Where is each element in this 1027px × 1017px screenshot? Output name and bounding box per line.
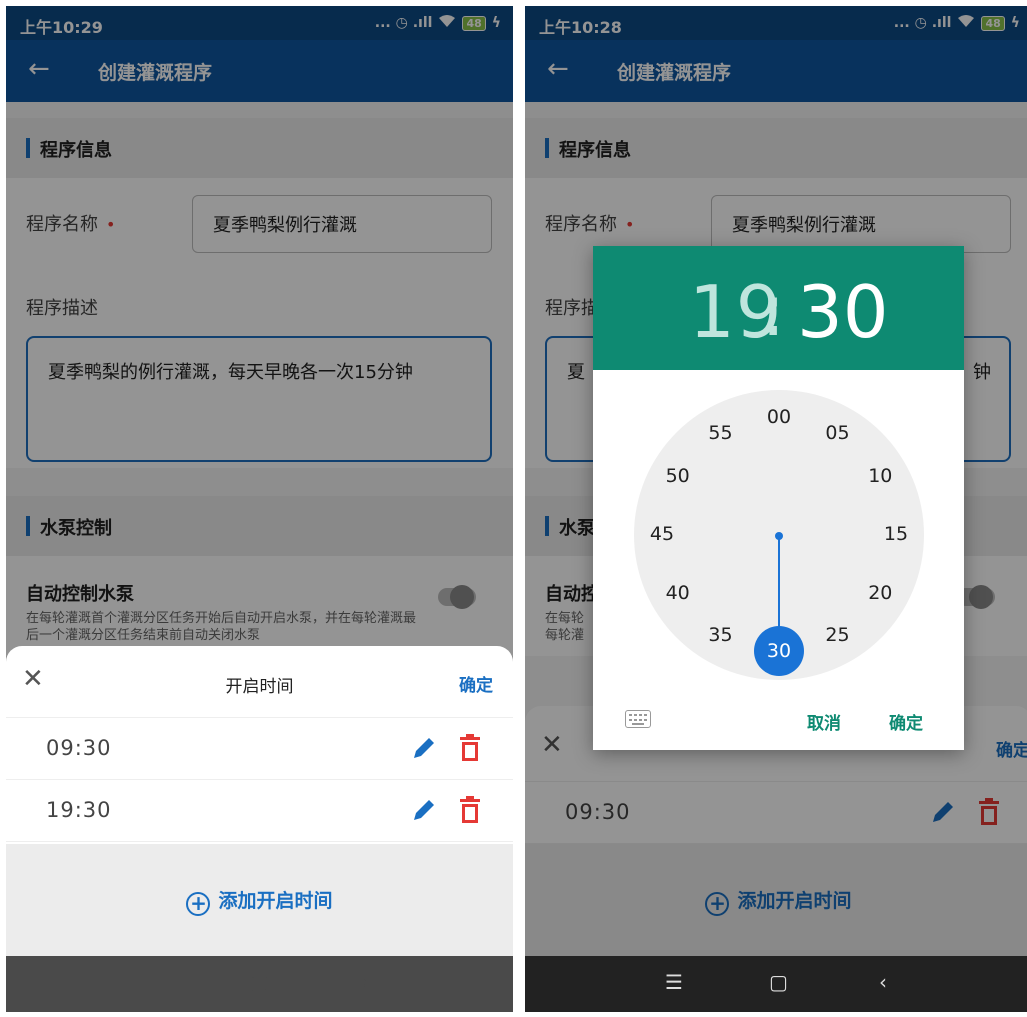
keyboard-icon[interactable] [625, 710, 651, 728]
dial-minute-05[interactable]: 05 [818, 422, 858, 446]
dial-minute-40[interactable]: 40 [658, 582, 698, 606]
back-icon[interactable]: ‹ [879, 970, 887, 994]
dial-minute-55[interactable]: 55 [701, 422, 741, 446]
open-time-sheet: ✕ 开启时间 确定 09:30 19:30 + 添加开启时间 [6, 646, 513, 956]
system-nav-bar: ☰ ▢ ‹ [525, 956, 1027, 1012]
right-screen: 上午10:28 ... ◷ .ıll 48 ϟ ← 创建灌溉程序 程序信息 程序… [525, 6, 1027, 1012]
home-icon[interactable]: ▢ [769, 970, 788, 994]
add-circle-icon: + [186, 892, 211, 916]
dial-minute-45[interactable]: 45 [642, 523, 682, 547]
clock-center [775, 532, 783, 540]
dial-minute-20[interactable]: 20 [860, 582, 900, 606]
edit-icon[interactable] [410, 734, 438, 766]
clock-hand [778, 535, 780, 635]
confirm-button[interactable]: 确定 [459, 671, 493, 696]
dial-minute-25[interactable]: 25 [818, 624, 858, 648]
selected-minute[interactable]: 30 [754, 626, 804, 676]
back-icon[interactable]: ‹ [360, 970, 368, 994]
time-value: 19:30 [46, 798, 112, 822]
dial-minute-10[interactable]: 10 [860, 465, 900, 489]
menu-icon[interactable]: ☰ [146, 970, 164, 994]
cancel-button[interactable]: 取消 [807, 709, 841, 734]
dial-minute-00[interactable]: 00 [759, 406, 799, 430]
sheet-header: ✕ 开启时间 确定 [6, 646, 513, 718]
add-time-button[interactable]: + 添加开启时间 [6, 886, 513, 916]
time-display: 19 : 30 [593, 246, 964, 370]
dial-minute-15[interactable]: 15 [876, 523, 916, 547]
dial-minute-35[interactable]: 35 [701, 624, 741, 648]
time-row: 09:30 [6, 718, 513, 780]
home-icon[interactable]: ▢ [250, 970, 269, 994]
edit-icon[interactable] [410, 796, 438, 828]
dial-minute-50[interactable]: 50 [658, 465, 698, 489]
system-nav-bar: ☰ ▢ ‹ [6, 956, 513, 1012]
sheet-title: 开启时间 [225, 677, 294, 697]
minute-dial[interactable]: 30 00 05 10 15 20 25 35 40 45 50 55 [634, 390, 924, 680]
delete-icon[interactable] [459, 796, 481, 828]
time-value: 09:30 [46, 736, 112, 760]
time-separator: : [761, 268, 786, 352]
time-row: 19:30 [6, 780, 513, 842]
left-screen: 上午10:29 ... ◷ .ıll 48 ϟ ← 创建灌溉程序 程序信息 程序… [6, 6, 513, 1012]
time-picker-dialog: 19 : 30 30 00 05 10 15 20 25 35 40 45 50 55 取消 确定 [593, 246, 964, 750]
minute-display[interactable]: 30 [797, 270, 889, 354]
add-time-area: + 添加开启时间 [6, 844, 513, 956]
delete-icon[interactable] [459, 734, 481, 766]
ok-button[interactable]: 确定 [889, 709, 923, 734]
menu-icon[interactable]: ☰ [665, 970, 683, 994]
